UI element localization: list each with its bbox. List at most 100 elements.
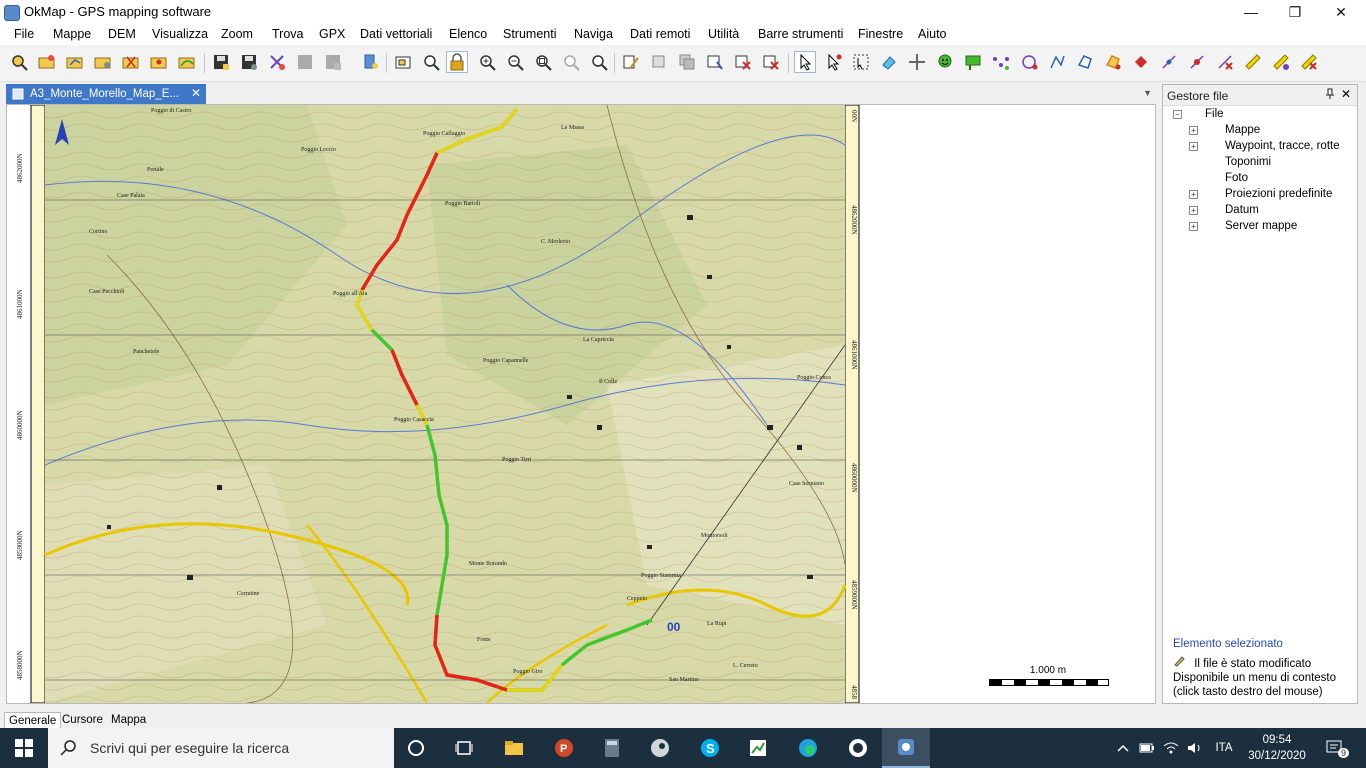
globe-app-icon[interactable] <box>834 728 882 768</box>
eraser-icon[interactable] <box>878 51 900 73</box>
tab-cursore[interactable]: Cursore <box>58 712 107 729</box>
close-tab-icon[interactable]: ✕ <box>191 86 201 100</box>
lock-icon[interactable] <box>446 51 468 73</box>
route-points-icon[interactable] <box>990 51 1012 73</box>
tree-item-server-mappe[interactable]: + Server mappe <box>1163 219 1357 235</box>
zoom-in-icon[interactable] <box>476 51 498 73</box>
expand-icon[interactable]: + <box>1189 206 1198 215</box>
open-gpx-icon[interactable] <box>92 51 114 73</box>
polygon-edit-icon[interactable] <box>1102 51 1124 73</box>
menu-dati-remoti[interactable]: Dati remoti <box>630 27 690 41</box>
battery-icon[interactable] <box>1136 728 1158 768</box>
menu-visualizza[interactable]: Visualizza <box>152 27 208 41</box>
file-explorer-icon[interactable] <box>490 728 538 768</box>
select-area-icon[interactable] <box>850 51 872 73</box>
expand-icon[interactable]: + <box>1189 126 1198 135</box>
tree-item-toponimi[interactable]: Toponimi <box>1163 155 1357 171</box>
measure-line-icon[interactable] <box>1186 51 1208 73</box>
okmap-taskbar-icon[interactable] <box>882 728 930 768</box>
ruler-add-icon[interactable] <box>1270 51 1292 73</box>
menu-file[interactable]: File <box>14 27 34 41</box>
topographic-map[interactable]: 4862000N 4861000N 4860000N 4859000N 4858… <box>7 105 885 703</box>
calculator-icon[interactable] <box>588 728 636 768</box>
zoom-fit-icon[interactable] <box>532 51 554 73</box>
track-draw-icon[interactable] <box>1046 51 1068 73</box>
map-close-icon[interactable] <box>760 51 782 73</box>
open-map-icon[interactable] <box>8 51 30 73</box>
menu-naviga[interactable]: Naviga <box>574 27 613 41</box>
point-icon[interactable] <box>1130 51 1152 73</box>
zoom-scale-icon[interactable] <box>560 51 582 73</box>
show-hidden-icons[interactable] <box>1112 728 1134 768</box>
ruler-icon[interactable] <box>1242 51 1264 73</box>
menu-trova[interactable]: Trova <box>272 27 304 41</box>
taskbar-clock[interactable]: 09:54 30/12/2020 <box>1240 732 1314 764</box>
menu-utilita[interactable]: Utilità <box>708 27 739 41</box>
tab-mappa[interactable]: Mappa <box>107 712 150 729</box>
tree-item-foto[interactable]: Foto <box>1163 171 1357 187</box>
zoom-out-icon[interactable] <box>504 51 526 73</box>
close-panel-icon[interactable]: ✕ <box>1341 87 1351 101</box>
save-disabled-icon[interactable] <box>294 51 316 73</box>
gps-device-icon[interactable] <box>360 51 382 73</box>
map-layers-icon[interactable] <box>676 51 698 73</box>
expand-icon[interactable]: + <box>1189 190 1198 199</box>
menu-barre-strumenti[interactable]: Barre strumenti <box>758 27 843 41</box>
volume-icon[interactable] <box>1184 728 1206 768</box>
menu-gpx[interactable]: GPX <box>319 27 345 41</box>
map-properties-icon[interactable] <box>648 51 670 73</box>
tree-item-waypoint[interactable]: + Waypoint, tracce, rotte <box>1163 139 1357 155</box>
notification-center[interactable]: 9 <box>1320 728 1350 768</box>
menu-aiuto[interactable]: Aiuto <box>918 27 947 41</box>
save-as-icon[interactable] <box>238 51 260 73</box>
menu-strumenti[interactable]: Strumenti <box>503 27 557 41</box>
measure-point-icon[interactable] <box>1158 51 1180 73</box>
move-icon[interactable] <box>906 51 928 73</box>
menu-dati-vettoriali[interactable]: Dati vettoriali <box>360 27 432 41</box>
tree-item-mappe[interactable]: + Mappe <box>1163 123 1357 139</box>
open-vector-icon[interactable] <box>64 51 86 73</box>
open-remote-icon[interactable] <box>120 51 142 73</box>
cortana-icon[interactable] <box>392 728 440 768</box>
expand-icon[interactable]: + <box>1189 222 1198 231</box>
minimize-button[interactable]: — <box>1228 0 1274 24</box>
edge-icon[interactable] <box>784 728 832 768</box>
maximize-button[interactable]: ❐ <box>1272 0 1318 24</box>
map-view[interactable]: 4862000N 4861000N 4860000N 4859000N 4858… <box>6 104 1156 704</box>
powerpoint-icon[interactable]: P <box>540 728 588 768</box>
task-view-icon[interactable] <box>440 728 488 768</box>
polygon-icon[interactable] <box>1074 51 1096 73</box>
ruler-delete-icon[interactable] <box>1298 51 1320 73</box>
menu-mappe[interactable]: Mappe <box>53 27 91 41</box>
document-tab[interactable]: A3_Monte_Morello_Map_E... ✕ <box>6 84 206 104</box>
save-all-disabled-icon[interactable] <box>322 51 344 73</box>
map-window-icon[interactable] <box>392 51 414 73</box>
close-button[interactable]: ✕ <box>1318 0 1364 24</box>
language-indicator[interactable]: ITA <box>1210 728 1238 768</box>
edit-map-icon[interactable] <box>620 51 642 73</box>
map-select-icon[interactable] <box>704 51 726 73</box>
taskbar-search[interactable]: Scrivi qui per eseguire la ricerca <box>48 728 394 768</box>
marker-label[interactable]: 00 <box>667 620 681 634</box>
open-track-icon[interactable] <box>176 51 198 73</box>
menu-zoom[interactable]: Zoom <box>221 27 253 41</box>
route-loop-icon[interactable] <box>1018 51 1040 73</box>
pointer-icon[interactable] <box>794 51 816 73</box>
expand-icon[interactable]: + <box>1189 142 1198 151</box>
pin-icon[interactable] <box>1325 88 1335 103</box>
tab-list-dropdown-icon[interactable]: ▼ <box>1143 88 1152 98</box>
tree-item-datum[interactable]: + Datum <box>1163 203 1357 219</box>
export-icon[interactable] <box>266 51 288 73</box>
waypoint-smile-icon[interactable] <box>934 51 956 73</box>
map-delete-icon[interactable] <box>732 51 754 73</box>
menu-finestre[interactable]: Finestre <box>858 27 903 41</box>
collapse-icon[interactable]: − <box>1173 110 1182 119</box>
steam-icon[interactable] <box>636 728 684 768</box>
zoom-1-1-icon[interactable] <box>588 51 610 73</box>
zoom-icon[interactable] <box>420 51 442 73</box>
measure-delete-icon[interactable] <box>1214 51 1236 73</box>
save-icon[interactable] <box>210 51 232 73</box>
open-waypoint-icon[interactable] <box>148 51 170 73</box>
menu-dem[interactable]: DEM <box>108 27 136 41</box>
skype-icon[interactable]: S <box>686 728 734 768</box>
